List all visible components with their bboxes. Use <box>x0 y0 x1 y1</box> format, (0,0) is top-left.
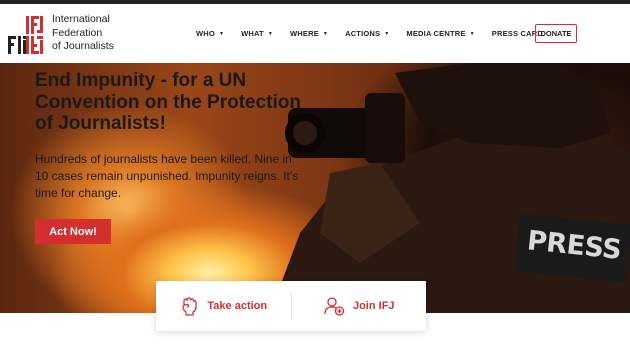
org-name-line: of Journalists <box>52 40 114 52</box>
nav-item-label: WHAT <box>241 29 264 38</box>
hero-title: End Impunity - for a UN Convention on th… <box>35 70 301 134</box>
join-ifj-button[interactable]: Join IFJ <box>292 296 427 316</box>
join-ifj-label: Join IFJ <box>352 300 395 312</box>
nav-item-media-centre[interactable]: MEDIA CENTRE ▼ <box>406 29 474 38</box>
nav-item-actions[interactable]: ACTIONS ▼ <box>345 29 389 38</box>
user-add-icon <box>324 297 345 316</box>
take-action-button[interactable]: Take action <box>156 296 291 316</box>
nav-item-label: WHERE <box>290 29 319 38</box>
chevron-down-icon: ▼ <box>469 30 475 37</box>
nav-item-who[interactable]: WHO ▼ <box>196 29 224 38</box>
site-header: International Federation of Journalists … <box>0 4 630 63</box>
chevron-down-icon: ▼ <box>218 30 225 37</box>
ifj-logo[interactable] <box>8 16 44 54</box>
nav-item-label: MEDIA CENTRE <box>406 29 466 38</box>
cta-card: Take action Join IFJ <box>156 281 426 331</box>
nav-item-label: ACTIONS <box>345 29 381 38</box>
chevron-down-icon: ▼ <box>384 30 390 37</box>
nav-item-what[interactable]: WHAT ▼ <box>241 29 273 38</box>
take-action-label: Take action <box>207 300 268 312</box>
nav-item-where[interactable]: WHERE ▼ <box>290 29 328 38</box>
fist-icon <box>182 297 198 316</box>
hero-banner: PRESS End Impunity - for a UN Convention… <box>0 63 630 313</box>
org-name-line: International <box>52 13 110 25</box>
chevron-down-icon: ▼ <box>267 30 273 37</box>
org-name[interactable]: International Federation of Journalists <box>52 13 114 54</box>
hero-description: Hundreds of journalists have been killed… <box>35 152 299 200</box>
donate-button[interactable]: DONATE <box>535 24 577 43</box>
main-nav: WHO ▼ WHAT ▼ WHERE ▼ ACTIONS ▼ MEDIA CEN… <box>196 4 560 63</box>
nav-item-label: WHO <box>196 29 215 38</box>
chevron-down-icon: ▼ <box>322 30 329 37</box>
act-now-button[interactable]: Act Now! <box>35 219 111 244</box>
org-name-line: Federation <box>52 26 103 39</box>
